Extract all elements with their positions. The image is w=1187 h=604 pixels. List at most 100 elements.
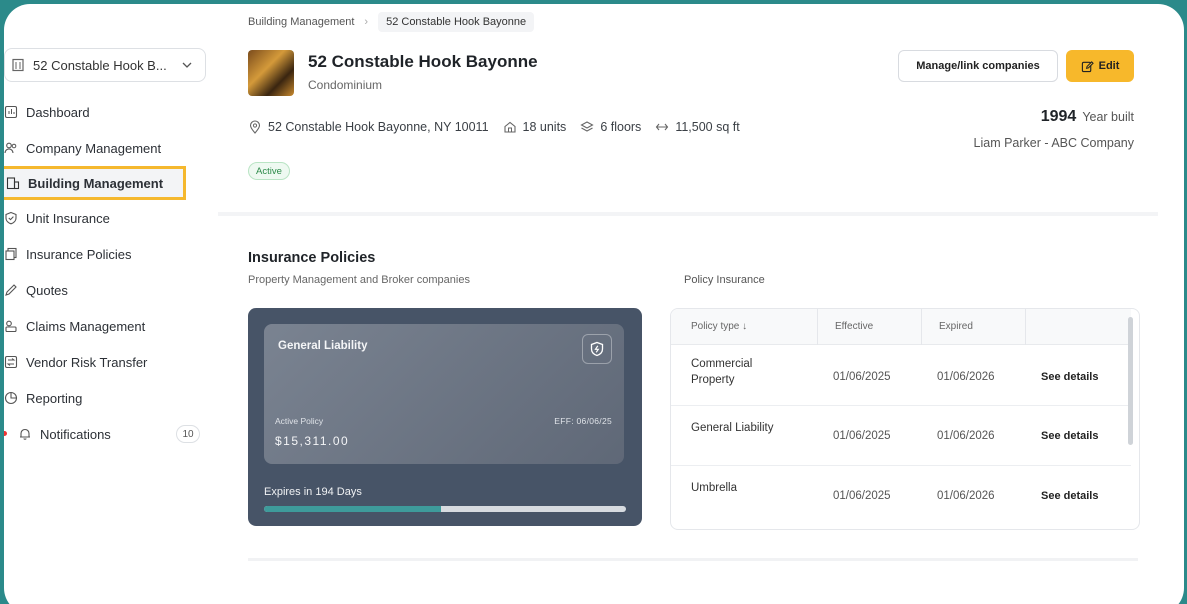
- insurance-section-title: Insurance Policies: [248, 250, 376, 266]
- column-divider: [1025, 309, 1026, 345]
- policy-type-cell: Umbrella: [691, 482, 738, 494]
- policy-card[interactable]: General Liability Active Policy EFF: 06/…: [248, 308, 642, 526]
- effective-cell: 01/06/2025: [833, 371, 891, 383]
- pie-chart-icon: [4, 391, 18, 405]
- effective-cell: 01/06/2025: [833, 490, 891, 502]
- documents-icon: [4, 247, 18, 261]
- table-row: Commercial Property 01/06/2025 01/06/202…: [671, 346, 1131, 406]
- owner-text: Liam Parker - ABC Company: [973, 136, 1134, 150]
- policy-insurance-label: Policy Insurance: [684, 274, 765, 286]
- policy-table: Policy type ↓ Effective Expired Commerci…: [670, 308, 1140, 530]
- sidebar-item-company-management[interactable]: Company Management: [4, 130, 216, 166]
- column-divider: [921, 309, 922, 345]
- expires-text: Expires in 194 Days: [264, 486, 362, 498]
- property-select[interactable]: 52 Constable Hook B...: [4, 48, 206, 82]
- claims-icon: [4, 319, 18, 333]
- shield-bolt-icon: [582, 334, 612, 364]
- table-row: General Liability 01/06/2025 01/06/2026 …: [671, 406, 1131, 466]
- see-details-link[interactable]: See details: [1041, 371, 1098, 383]
- column-header-expired: Expired: [939, 321, 973, 332]
- sidebar-item-notifications[interactable]: Notifications 10: [4, 416, 216, 452]
- expired-cell: 01/06/2026: [937, 490, 995, 502]
- notification-dot: [4, 431, 7, 436]
- column-header-effective: Effective: [835, 321, 874, 332]
- active-policy-label: Active Policy: [275, 416, 324, 426]
- building-type: Condominium: [308, 78, 383, 92]
- sidebar-item-reporting[interactable]: Reporting: [4, 380, 216, 416]
- breadcrumb-current: 52 Constable Hook Bayonne: [378, 12, 535, 32]
- shield-check-icon: [4, 211, 18, 225]
- sort-arrow-icon: ↓: [742, 321, 748, 332]
- sidebar-item-label: Reporting: [26, 390, 83, 406]
- table-scrollbar[interactable]: [1128, 317, 1133, 445]
- sidebar-item-label: Notifications: [40, 426, 111, 442]
- notification-count-badge: 10: [176, 425, 200, 443]
- breadcrumb-parent[interactable]: Building Management: [248, 16, 354, 28]
- address-info: 52 Constable Hook Bayonne, NY 10011: [248, 120, 489, 134]
- expired-cell: 01/06/2026: [937, 430, 995, 442]
- column-divider: [817, 309, 818, 345]
- see-details-link[interactable]: See details: [1041, 430, 1098, 442]
- year-built-label: Year built: [1082, 110, 1134, 124]
- sidebar-item-insurance-policies[interactable]: Insurance Policies: [4, 236, 216, 272]
- column-header-policy-type[interactable]: Policy type ↓: [691, 321, 747, 332]
- home-icon: [503, 120, 517, 134]
- sidebar-item-label: Quotes: [26, 282, 68, 298]
- sidebar-item-claims-management[interactable]: Claims Management: [4, 308, 216, 344]
- chevron-down-icon: [181, 59, 193, 74]
- insurance-section-subtitle: Property Management and Broker companies: [248, 274, 470, 286]
- area-info: 11,500 sq ft: [655, 120, 740, 134]
- status-badge: Active: [248, 162, 290, 180]
- users-icon: [4, 141, 18, 155]
- edit-button-label: Edit: [1098, 60, 1120, 72]
- area-text: 11,500 sq ft: [675, 120, 740, 134]
- building-icon: [11, 58, 25, 72]
- expired-cell: 01/06/2026: [937, 371, 995, 383]
- effective-date-label: EFF: 06/06/25: [554, 416, 612, 426]
- dashboard-icon: [4, 105, 18, 119]
- table-header: Policy type ↓ Effective Expired: [671, 309, 1131, 345]
- policy-type-cell: Commercial Property: [691, 358, 753, 386]
- page-title: 52 Constable Hook Bayonne: [308, 52, 538, 71]
- sidebar-item-label: Insurance Policies: [26, 246, 132, 262]
- floors-text: 6 floors: [600, 120, 642, 134]
- policy-type-cell: General Liability: [691, 422, 774, 434]
- year-built-value: 1994: [1040, 108, 1077, 125]
- floors-info: 6 floors: [580, 120, 641, 134]
- sidebar-nav: Dashboard Company Management Building Ma…: [4, 94, 216, 452]
- policy-card-name: General Liability: [278, 340, 368, 352]
- sidebar-item-building-management[interactable]: Building Management: [4, 166, 186, 200]
- sidebar-item-vendor-risk-transfer[interactable]: Vendor Risk Transfer: [4, 344, 216, 380]
- bell-icon: [18, 427, 32, 441]
- expiry-progress-bar: [264, 506, 626, 512]
- sidebar-item-label: Dashboard: [26, 104, 90, 120]
- breadcrumb: Building Management › 52 Constable Hook …: [248, 10, 535, 34]
- policy-card-inner: General Liability Active Policy EFF: 06/…: [264, 324, 624, 464]
- sidebar-item-label: Claims Management: [26, 318, 146, 334]
- sidebar-item-dashboard[interactable]: Dashboard: [4, 94, 216, 130]
- policy-amount: $15,311.00: [275, 434, 350, 448]
- sidebar-item-quotes[interactable]: Quotes: [4, 272, 216, 308]
- sidebar-item-label: Company Management: [26, 140, 162, 156]
- layers-icon: [580, 120, 594, 134]
- year-built: 1994 Year built: [1041, 108, 1134, 126]
- expiry-progress-fill: [264, 506, 442, 512]
- area-arrows-icon: [655, 120, 669, 134]
- app-window: 52 Constable Hook B... Dashboard Company…: [4, 4, 1184, 604]
- edit-icon: [1081, 60, 1094, 73]
- section-divider: [218, 212, 1158, 216]
- sidebar-item-unit-insurance[interactable]: Unit Insurance: [4, 200, 216, 236]
- section-divider: [248, 558, 1138, 561]
- column-header-label: Policy type: [691, 321, 740, 332]
- property-select-value: 52 Constable Hook B...: [33, 57, 167, 73]
- manage-link-companies-button[interactable]: Manage/link companies: [898, 50, 1058, 82]
- see-details-link[interactable]: See details: [1041, 490, 1098, 502]
- address-text: 52 Constable Hook Bayonne, NY 10011: [268, 120, 489, 134]
- building-icon: [6, 176, 20, 190]
- quote-icon: [4, 283, 18, 297]
- sidebar-item-label: Unit Insurance: [26, 210, 110, 226]
- table-row: Umbrella 01/06/2025 01/06/2026 See detai…: [671, 466, 1131, 526]
- location-pin-icon: [248, 120, 262, 134]
- effective-cell: 01/06/2025: [833, 430, 891, 442]
- edit-button[interactable]: Edit: [1066, 50, 1134, 82]
